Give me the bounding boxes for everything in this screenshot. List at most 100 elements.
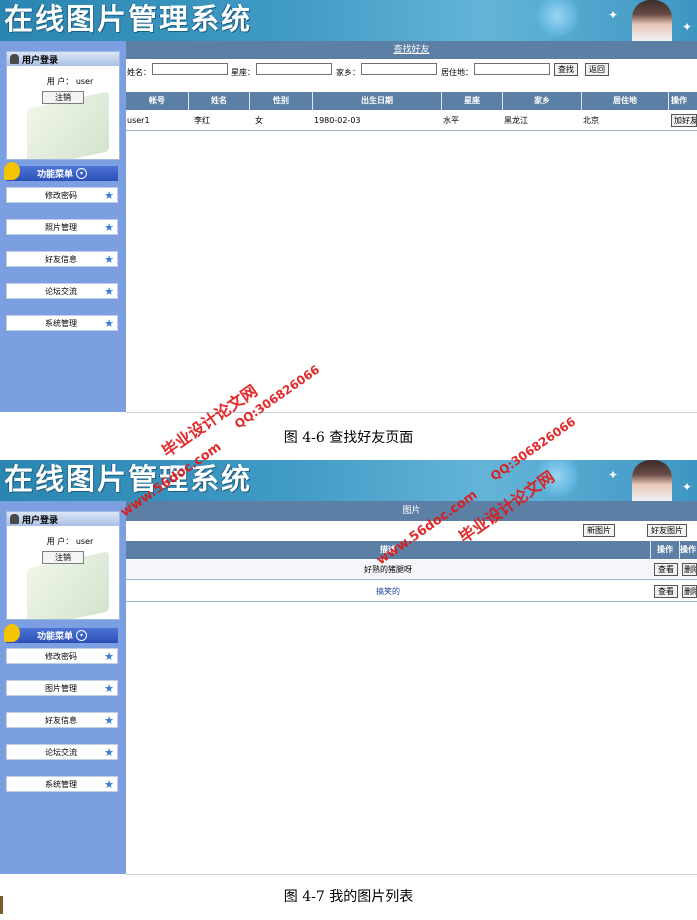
col-header-account: 帐号 — [126, 92, 189, 110]
menu-item-system-management[interactable]: 系统管理 ★ — [6, 315, 118, 331]
banner-portrait — [632, 0, 672, 41]
menu-header-label: 功能菜单 — [36, 632, 73, 642]
col-header-action-2: 操作 — [680, 545, 696, 554]
screenshot-my-pictures: 在线图片管理系统 ✦ ✦ 用户登录 用 户： user 注销 功能菜单 ▾ 修改… — [0, 460, 697, 914]
cell-birth: 1980-02-03 — [314, 116, 361, 125]
delete-button[interactable]: 删除 — [682, 585, 697, 598]
chevron-down-icon: ▾ — [76, 630, 87, 641]
cell-hometown: 黑龙江 — [504, 116, 528, 125]
app-title: 在线图片管理系统 — [4, 462, 253, 496]
cell-name: 李红 — [194, 116, 210, 125]
col-header-name: 姓名 — [189, 92, 250, 110]
cell-gender: 女 — [255, 116, 263, 125]
header-banner: 在线图片管理系统 ✦ ✦ — [0, 460, 697, 501]
login-panel-header: 用户登录 — [7, 512, 119, 526]
col-header-action: 操作 — [671, 96, 687, 105]
user-star-icon: ★ — [104, 682, 114, 695]
cell-account: user1 — [127, 116, 150, 125]
sidebar: 用户登录 用 户： user 注销 功能菜单 ▾ 修改密码 ★ 照片管理 ★ 好友信… — [0, 41, 126, 412]
section-title-find-friend[interactable]: 查找好友 — [393, 45, 429, 55]
add-friend-button[interactable]: 加好友 — [671, 114, 697, 127]
menu-header-label: 功能菜单 — [36, 170, 73, 180]
user-star-icon: ★ — [104, 650, 114, 663]
menu-item-forum[interactable]: 论坛交流 ★ — [6, 283, 118, 299]
current-user: 用 户： user — [7, 536, 119, 547]
menu-item-picture-management[interactable]: 图片管理 ★ — [6, 680, 118, 696]
cell-constellation: 水平 — [443, 116, 459, 125]
col-header-hometown: 家乡 — [503, 92, 582, 110]
sun-decoration — [535, 0, 579, 38]
name-input[interactable] — [152, 63, 228, 75]
table-row: user1 李红 女 1980-02-03 水平 黑龙江 北京 加好友 — [126, 111, 697, 131]
figure-caption-4-7: 图 4-7 我的图片列表 — [283, 889, 414, 905]
menu-item-system-management[interactable]: 系统管理 ★ — [6, 776, 118, 792]
user-icon — [10, 54, 19, 64]
menu-item-change-password[interactable]: 修改密码 ★ — [6, 187, 118, 203]
friend-pictures-button[interactable]: 好友图片 — [647, 524, 687, 537]
hometown-input[interactable] — [361, 63, 437, 75]
search-form: 姓名： 星座： 家乡： 居住地： 查找 返回 — [126, 62, 697, 80]
menu-item-label: 论坛交流 — [45, 287, 77, 296]
back-button[interactable]: 返回 — [585, 63, 609, 76]
new-picture-button[interactable]: 新图片 — [583, 524, 615, 537]
hometown-label: 家乡： — [336, 68, 360, 77]
menu-item-label: 好友信息 — [45, 255, 77, 264]
cell-residence: 北京 — [583, 116, 599, 125]
friend-table-header: 帐号 姓名 性别 出生日期 星座 家乡 居住地 操作 — [126, 92, 697, 110]
username: user — [75, 537, 94, 546]
logout-button[interactable]: 注销 — [42, 91, 84, 104]
table-row: 好熟的猪腿呀 查看 删除 — [126, 560, 697, 580]
constellation-input[interactable] — [256, 63, 332, 75]
login-panel: 用户登录 用 户： user 注销 — [6, 51, 120, 160]
menu-item-label: 论坛交流 — [45, 748, 77, 757]
user-star-icon: ★ — [104, 189, 114, 202]
username: user — [75, 77, 94, 86]
menu-item-label: 修改密码 — [45, 652, 77, 661]
menu-item-label: 照片管理 — [45, 223, 77, 232]
user-label: 用 户： — [46, 537, 74, 546]
banner-portrait — [632, 460, 672, 501]
name-label: 姓名： — [127, 68, 151, 77]
menu-item-label: 系统管理 — [45, 319, 77, 328]
function-menu-header[interactable]: 功能菜单 ▾ — [4, 624, 118, 643]
sparkle-icon: ✦ — [682, 20, 693, 34]
residence-label: 居住地： — [441, 68, 473, 77]
function-menu-header[interactable]: 功能菜单 ▾ — [4, 162, 118, 181]
user-star-icon: ★ — [104, 317, 114, 330]
user-star-icon: ★ — [104, 221, 114, 234]
menu-item-friend-info[interactable]: 好友信息 ★ — [6, 712, 118, 728]
user-star-icon: ★ — [104, 778, 114, 791]
logout-button[interactable]: 注销 — [42, 551, 84, 564]
login-panel: 用户登录 用 户： user 注销 — [6, 511, 120, 620]
menu-item-label: 图片管理 — [45, 684, 77, 693]
constellation-label: 星座： — [231, 68, 255, 77]
app-title: 在线图片管理系统 — [4, 2, 253, 36]
pencil-icon — [4, 162, 20, 180]
sparkle-icon: ✦ — [608, 8, 619, 22]
screen2-bottom-edge — [126, 874, 697, 875]
sidebar: 用户登录 用 户： user 注销 功能菜单 ▾ 修改密码 ★ 图片管理 ★ 好友信… — [0, 501, 126, 914]
col-header-birth: 出生日期 — [313, 92, 442, 110]
residence-input[interactable] — [474, 63, 550, 75]
screenshot-find-friend: 在线图片管理系统 ✦ ✦ 用户登录 用 户： user 注销 功能菜单 ▾ 修改… — [0, 0, 697, 412]
header-banner: 在线图片管理系统 ✦ ✦ — [0, 0, 697, 41]
pencil-icon — [4, 624, 20, 642]
section-title-bar: 查找好友 — [126, 41, 697, 59]
login-panel-header: 用户登录 — [7, 52, 119, 66]
delete-button[interactable]: 删除 — [682, 563, 697, 576]
user-icon — [10, 514, 19, 524]
user-star-icon: ★ — [104, 746, 114, 759]
menu-item-photo-management[interactable]: 照片管理 ★ — [6, 219, 118, 235]
sparkle-icon: ✦ — [608, 468, 619, 482]
view-button[interactable]: 查看 — [654, 585, 678, 598]
table-row: 搞笑的 查看 删除 — [126, 582, 697, 602]
menu-item-change-password[interactable]: 修改密码 ★ — [6, 648, 118, 664]
section-title-pictures: 图片 — [402, 506, 421, 516]
menu-item-label: 修改密码 — [45, 191, 77, 200]
login-header-label: 用户登录 — [22, 55, 59, 66]
menu-item-friend-info[interactable]: 好友信息 ★ — [6, 251, 118, 267]
view-button[interactable]: 查看 — [654, 563, 678, 576]
menu-item-forum[interactable]: 论坛交流 ★ — [6, 744, 118, 760]
find-button[interactable]: 查找 — [554, 63, 578, 76]
cell-description[interactable]: 搞笑的 — [126, 582, 650, 601]
